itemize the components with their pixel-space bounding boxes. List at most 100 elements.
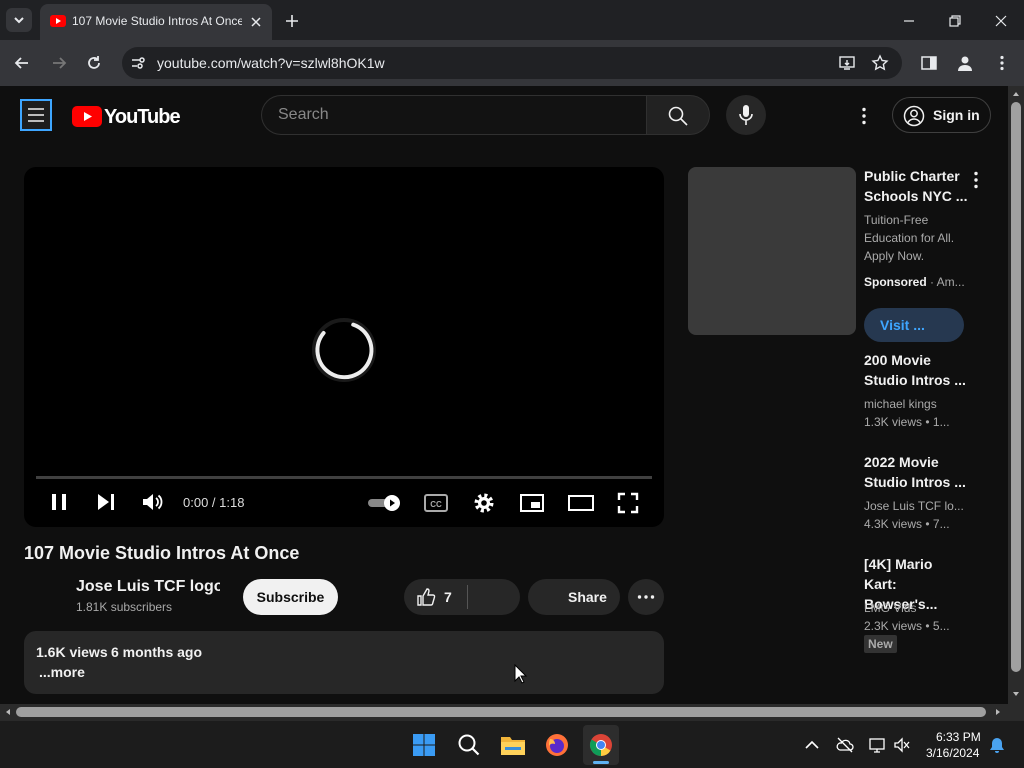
related-video-stats: 4.3K views • 7...	[864, 517, 950, 531]
reload-icon[interactable]	[84, 53, 104, 73]
more-actions-button[interactable]	[628, 579, 664, 615]
account-circle-icon	[903, 105, 925, 127]
pause-icon[interactable]	[48, 491, 70, 513]
search-icon	[668, 106, 688, 126]
settings-more-icon[interactable]	[854, 106, 874, 126]
dislike-button[interactable]	[468, 579, 520, 615]
progress-bar[interactable]	[36, 476, 652, 479]
view-count: 1.6K views	[36, 644, 108, 660]
back-arrow-icon[interactable]	[12, 53, 32, 73]
search-box[interactable]	[261, 95, 646, 135]
sponsored-label: Sponsored	[864, 275, 927, 289]
volume-icon[interactable]	[141, 491, 165, 513]
related-video-title[interactable]: 2022 Movie Studio Intros ...	[864, 452, 968, 492]
related-video-channel[interactable]: LMG Vids	[864, 599, 968, 617]
site-settings-icon[interactable]	[130, 55, 146, 71]
horizontal-scroll-thumb[interactable]	[16, 707, 986, 717]
voice-search-button[interactable]	[726, 95, 766, 135]
new-badge: New	[864, 635, 897, 653]
settings-gear-icon[interactable]	[472, 491, 496, 515]
video-title: 107 Movie Studio Intros At Once	[24, 543, 300, 563]
scroll-down-icon[interactable]	[1012, 690, 1020, 698]
ad-thumbnail[interactable]	[688, 167, 856, 335]
horizontal-scrollbar[interactable]	[0, 704, 1008, 720]
theater-mode-icon[interactable]	[568, 493, 594, 513]
upload-date: 6 months ago	[111, 644, 203, 660]
network-icon[interactable]	[868, 736, 886, 754]
vertical-scroll-thumb[interactable]	[1011, 102, 1021, 672]
autoplay-toggle-icon[interactable]	[368, 494, 402, 512]
captions-icon[interactable]: CC	[424, 493, 448, 513]
windows-taskbar: 6:33 PM 3/16/2024	[0, 720, 1024, 768]
visit-button[interactable]: Visit ...	[864, 308, 964, 342]
file-explorer-icon[interactable]	[500, 733, 526, 757]
guide-menu-button[interactable]	[20, 99, 52, 131]
related-video-channel[interactable]: Jose Luis TCF lo...	[864, 497, 968, 515]
fullscreen-icon[interactable]	[617, 492, 639, 514]
advertiser-name: · Am...	[926, 275, 965, 289]
mouse-cursor-icon	[514, 664, 528, 684]
notification-bell-icon[interactable]	[988, 736, 1006, 754]
chrome-taskbar-button[interactable]	[583, 725, 619, 765]
ad-description: Tuition-Free Education for All. Apply No…	[864, 213, 955, 263]
sign-in-button[interactable]: Sign in	[892, 97, 991, 133]
search-input[interactable]	[278, 105, 618, 125]
browser-tab-active[interactable]: 107 Movie Studio Intros At Once	[40, 4, 272, 40]
new-tab-icon[interactable]	[283, 12, 301, 30]
scroll-right-icon[interactable]	[994, 708, 1002, 716]
subscribe-button[interactable]: Subscribe	[243, 579, 338, 615]
description-more-link[interactable]: ...more	[39, 664, 85, 680]
firefox-icon[interactable]	[545, 733, 569, 757]
close-window-icon[interactable]	[992, 12, 1010, 30]
next-video-icon[interactable]	[95, 491, 117, 513]
install-app-icon[interactable]	[838, 54, 856, 72]
share-button[interactable]: Share	[528, 579, 620, 615]
more-horizontal-icon	[637, 595, 655, 599]
vertical-scrollbar[interactable]	[1008, 86, 1024, 704]
sign-in-label: Sign in	[933, 107, 980, 123]
youtube-page: YouTube Sign in 0:00 / 1:18 CC 107 Movie	[0, 86, 1008, 704]
windows-start-icon[interactable]	[412, 733, 436, 757]
youtube-favicon-icon	[50, 15, 66, 27]
channel-name[interactable]: Jose Luis TCF logo r	[76, 578, 220, 596]
scrollbar-corner	[1008, 704, 1024, 720]
forward-arrow-icon[interactable]	[49, 53, 69, 73]
youtube-logo-text: YouTube	[104, 106, 181, 128]
related-video-channel[interactable]: michael kings	[864, 395, 968, 413]
scroll-up-icon[interactable]	[1012, 90, 1020, 98]
url-text: youtube.com/watch?v=szlwl8hOK1w	[157, 55, 385, 71]
restore-icon[interactable]	[946, 12, 964, 30]
address-bar[interactable]: youtube.com/watch?v=szlwl8hOK1w	[122, 47, 902, 79]
volume-muted-icon[interactable]	[893, 736, 911, 754]
description-box[interactable]: 1.6K views 6 months ago ...more	[24, 631, 664, 694]
ad-more-icon[interactable]	[966, 170, 986, 190]
side-panel-icon[interactable]	[920, 54, 938, 72]
show-hidden-icons-icon[interactable]	[804, 737, 820, 753]
video-player[interactable]: 0:00 / 1:18 CC	[24, 167, 664, 527]
svg-text:CC: CC	[430, 500, 442, 509]
ad-title[interactable]: Public Charter Schools NYC ...	[864, 166, 968, 206]
bookmark-star-icon[interactable]	[871, 54, 889, 72]
microphone-icon	[739, 105, 753, 125]
miniplayer-icon[interactable]	[520, 493, 544, 513]
taskbar-search-icon[interactable]	[457, 733, 481, 757]
close-tab-icon[interactable]	[248, 14, 264, 30]
time-display: 0:00 / 1:18	[183, 495, 245, 510]
scroll-left-icon[interactable]	[4, 708, 12, 716]
like-thumb-icon[interactable]	[416, 587, 436, 607]
chrome-icon	[590, 734, 612, 756]
minimize-icon[interactable]	[900, 12, 918, 30]
clock-time[interactable]: 6:33 PM	[936, 730, 981, 744]
browser-toolbar: youtube.com/watch?v=szlwl8hOK1w	[0, 40, 1024, 86]
clock-date[interactable]: 3/16/2024	[926, 746, 979, 760]
like-dislike-bar: 7	[404, 579, 520, 615]
share-label: Share	[568, 589, 607, 605]
search-button[interactable]	[646, 95, 710, 135]
tab-title: 107 Movie Studio Intros At Once	[72, 14, 242, 28]
tab-search-button[interactable]	[6, 8, 32, 32]
onedrive-offline-icon[interactable]	[836, 736, 854, 754]
chrome-menu-icon[interactable]	[993, 54, 1011, 72]
related-video-title[interactable]: 200 Movie Studio Intros ...	[864, 350, 968, 390]
profile-icon[interactable]	[956, 54, 974, 72]
subscriber-count: 1.81K subscribers	[76, 600, 173, 614]
